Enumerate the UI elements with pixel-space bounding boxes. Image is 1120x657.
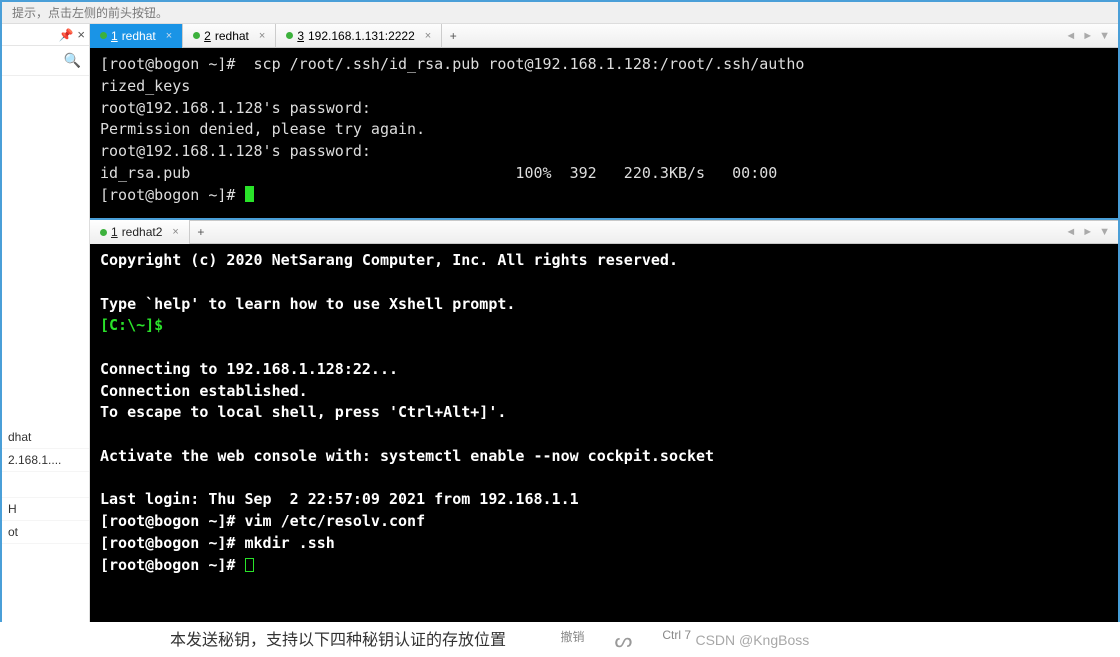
term-line: root@192.168.1.128's password:: [100, 142, 380, 160]
top-hint-text: 提示，点击左侧的前头按钮。: [2, 2, 1118, 24]
term-line: rized_keys: [100, 77, 190, 95]
tab-label: redhat: [122, 29, 156, 43]
ctrl-hint: Ctrl 7: [662, 628, 691, 653]
term-line: id_rsa.pub 100% 392 220.3KB/s 00:00: [100, 164, 813, 182]
tab-close-icon[interactable]: ×: [172, 226, 178, 238]
tab-nav-left-icon[interactable]: ◄: [1063, 30, 1078, 42]
status-dot-icon: [100, 32, 107, 39]
sidebar-item[interactable]: dhat: [2, 426, 89, 449]
status-dot-icon: [286, 32, 293, 39]
tab-redhat2[interactable]: 1 redhat2 ×: [90, 220, 190, 244]
new-tab-button[interactable]: +: [190, 225, 212, 239]
term-line: Activate the web console with: systemctl…: [100, 447, 714, 465]
term-line: Permission denied, please try again.: [100, 120, 425, 138]
term-line: To escape to local shell, press 'Ctrl+Al…: [100, 403, 506, 421]
tab-nav-right-icon[interactable]: ►: [1080, 30, 1095, 42]
terminal-top[interactable]: [root@bogon ~]# scp /root/.ssh/id_rsa.pu…: [90, 48, 1118, 220]
tab-nav-down-icon[interactable]: ▼: [1097, 30, 1112, 42]
tab-number: 3: [297, 29, 304, 43]
term-line: Copyright (c) 2020 NetSarang Computer, I…: [100, 251, 678, 269]
pin-icon[interactable]: 📌: [58, 28, 73, 42]
terminal-bottom[interactable]: Copyright (c) 2020 NetSarang Computer, I…: [90, 244, 1118, 631]
tab-close-icon[interactable]: ×: [425, 30, 431, 42]
tab-number: 1: [111, 225, 118, 239]
status-dot-icon: [100, 229, 107, 236]
term-line: Type `help' to learn how to use Xshell p…: [100, 295, 515, 313]
sidebar-session-list: dhat 2.168.1.... H ot: [2, 76, 89, 634]
tab-number: 1: [111, 29, 118, 43]
sidebar-item[interactable]: H: [2, 498, 89, 521]
sidebar-item[interactable]: 2.168.1....: [2, 449, 89, 472]
tab-ip-3[interactable]: 3 192.168.1.131:2222 ×: [276, 24, 442, 48]
term-line: [root@bogon ~]#: [100, 186, 245, 204]
term-prompt: [C:\~]$: [100, 316, 172, 334]
sidebar-item[interactable]: ot: [2, 521, 89, 544]
term-line: Connection established.: [100, 382, 308, 400]
tab-label: redhat2: [122, 225, 163, 239]
term-line: [root@bogon ~]# vim /etc/resolv.conf: [100, 512, 425, 530]
sidebar-item[interactable]: [2, 472, 89, 498]
top-tab-bar: 1 redhat × 2 redhat × 3 192.168.1.131:22…: [90, 24, 1118, 48]
tab-close-icon[interactable]: ×: [166, 30, 172, 42]
cursor-icon: [245, 186, 254, 202]
footer-text: 本发送秘钥，支持以下四种秘钥认证的存放位置: [170, 632, 506, 649]
tab-label: redhat: [215, 29, 249, 43]
term-line: Connecting to 192.168.1.128:22...: [100, 360, 398, 378]
new-tab-button[interactable]: +: [442, 29, 464, 43]
search-icon: 🔍: [64, 52, 81, 69]
tab-redhat-1[interactable]: 1 redhat ×: [90, 24, 183, 48]
tab-nav: ◄ ► ▼: [1063, 30, 1118, 42]
tab-close-icon[interactable]: ×: [259, 30, 265, 42]
tab-number: 2: [204, 29, 211, 43]
bottom-tab-bar: 1 redhat2 × + ◄ ► ▼: [90, 220, 1118, 244]
status-dot-icon: [193, 32, 200, 39]
tab-redhat-2[interactable]: 2 redhat ×: [183, 24, 276, 48]
term-line: Last login: Thu Sep 2 22:57:09 2021 from…: [100, 490, 579, 508]
term-line: [root@bogon ~]# mkdir .ssh: [100, 534, 335, 552]
term-line: root@192.168.1.128's password:: [100, 99, 380, 117]
sidebar: 📌 × 🔍 dhat 2.168.1.... H ot 3.1.131:22: [2, 24, 90, 653]
tab-nav-right-icon[interactable]: ►: [1080, 226, 1095, 238]
tab-nav: ◄ ► ▼: [1063, 226, 1118, 238]
term-line: [root@bogon ~]#: [100, 556, 245, 574]
tab-nav-down-icon[interactable]: ▼: [1097, 226, 1112, 238]
cursor-icon: [245, 558, 254, 572]
footer-cut-row: 本发送秘钥，支持以下四种秘钥认证的存放位置 撤销 ᔕ Ctrl 7 CSDN @…: [0, 622, 1120, 657]
watermark: CSDN @KngBoss: [695, 632, 819, 648]
tab-nav-left-icon[interactable]: ◄: [1063, 226, 1078, 238]
sidebar-search[interactable]: 🔍: [2, 46, 89, 76]
undo-label[interactable]: 撤销: [560, 628, 584, 653]
term-line: [root@bogon ~]# scp /root/.ssh/id_rsa.pu…: [100, 55, 804, 73]
sidebar-close-icon[interactable]: ×: [77, 27, 85, 42]
tab-label: 192.168.1.131:2222: [308, 29, 415, 43]
